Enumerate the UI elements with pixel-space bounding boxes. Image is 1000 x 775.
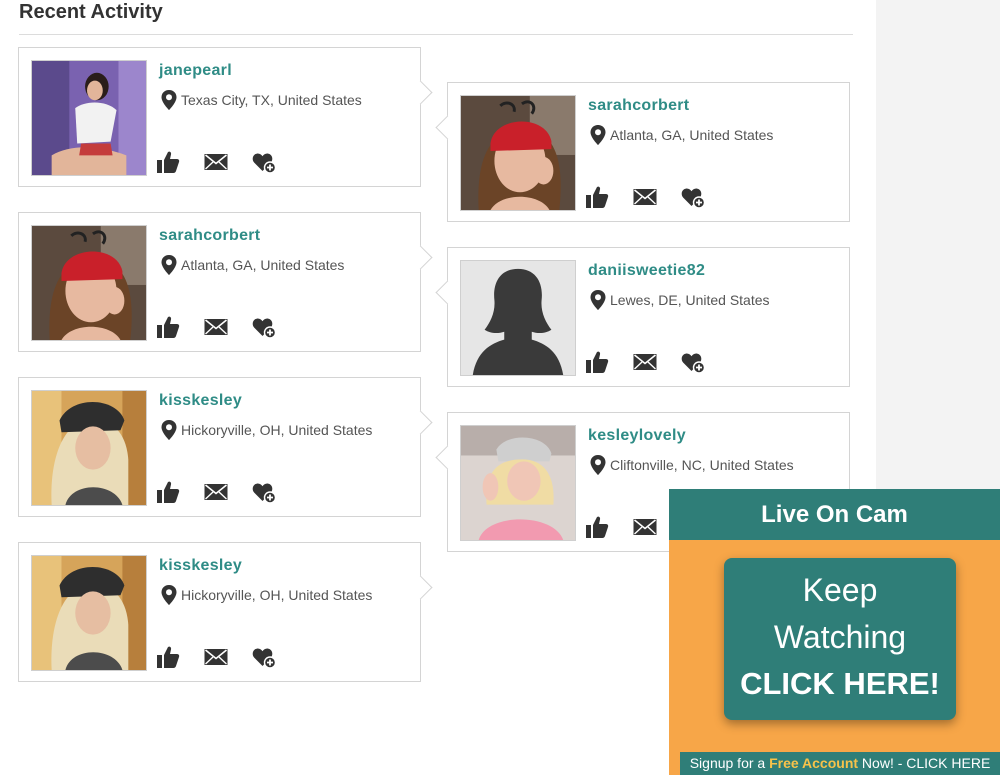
action-bar xyxy=(585,185,729,209)
thumbs-up-icon[interactable] xyxy=(156,480,180,504)
activity-card: sarahcorbert Atlanta, GA, United States xyxy=(447,82,850,222)
envelope-icon[interactable] xyxy=(204,315,228,339)
map-pin-icon xyxy=(161,585,177,605)
envelope-icon[interactable] xyxy=(204,645,228,669)
envelope-icon[interactable] xyxy=(633,515,657,539)
action-bar xyxy=(156,150,300,174)
section-divider xyxy=(19,34,853,35)
profile-photo-janepearl[interactable] xyxy=(31,60,147,176)
location-row: Lewes, DE, United States xyxy=(590,290,770,310)
section-title: Recent Activity xyxy=(19,1,163,23)
activity-card: janepearl Texas City, TX, United States xyxy=(18,47,421,187)
location-text: Atlanta, GA, United States xyxy=(181,257,345,273)
heart-plus-icon[interactable] xyxy=(252,645,276,669)
username-link[interactable]: kisskesley xyxy=(159,557,242,575)
profile-photo-placeholder[interactable] xyxy=(460,260,576,376)
profile-photo-sarahcorbert[interactable] xyxy=(31,225,147,341)
live-cam-widget: Live On Cam Keep Watching CLICK HERE! Si… xyxy=(669,489,1000,775)
action-bar xyxy=(156,315,300,339)
action-bar xyxy=(585,350,729,374)
location-row: Texas City, TX, United States xyxy=(161,90,362,110)
thumbs-up-icon[interactable] xyxy=(585,185,609,209)
location-row: Hickoryville, OH, United States xyxy=(161,585,372,605)
heart-plus-icon[interactable] xyxy=(252,480,276,504)
signup-prefix: Signup for a xyxy=(689,755,770,771)
map-pin-icon xyxy=(590,290,606,310)
map-pin-icon xyxy=(161,90,177,110)
action-bar xyxy=(156,645,300,669)
map-pin-icon xyxy=(161,255,177,275)
envelope-icon[interactable] xyxy=(633,185,657,209)
profile-photo-kisskesley[interactable] xyxy=(31,555,147,671)
thumbs-up-icon[interactable] xyxy=(156,645,180,669)
map-pin-icon xyxy=(590,125,606,145)
signup-suffix: Now! - CLICK HERE xyxy=(858,755,991,771)
location-text: Texas City, TX, United States xyxy=(181,92,362,108)
location-row: Hickoryville, OH, United States xyxy=(161,420,372,440)
username-link[interactable]: sarahcorbert xyxy=(159,227,260,245)
profile-photo-sarahcorbert[interactable] xyxy=(460,95,576,211)
location-text: Lewes, DE, United States xyxy=(610,292,770,308)
username-link[interactable]: kisskesley xyxy=(159,392,242,410)
username-link[interactable]: sarahcorbert xyxy=(588,97,689,115)
keep-watching-line2: Watching xyxy=(773,619,907,655)
location-row: Cliftonville, NC, United States xyxy=(590,455,794,475)
map-pin-icon xyxy=(161,420,177,440)
profile-photo-kisskesley[interactable] xyxy=(31,390,147,506)
heart-plus-icon[interactable] xyxy=(252,315,276,339)
heart-plus-icon[interactable] xyxy=(681,185,705,209)
thumbs-up-icon[interactable] xyxy=(585,515,609,539)
location-row: Atlanta, GA, United States xyxy=(590,125,773,145)
heart-plus-icon[interactable] xyxy=(252,150,276,174)
location-text: Hickoryville, OH, United States xyxy=(181,422,373,438)
live-cam-header: Live On Cam xyxy=(669,489,1000,540)
location-row: Atlanta, GA, United States xyxy=(161,255,344,275)
signup-free-account-link[interactable]: Signup for a Free Account Now! - CLICK H… xyxy=(680,752,1000,775)
action-bar xyxy=(156,480,300,504)
username-link[interactable]: janepearl xyxy=(159,62,232,80)
thumbs-up-icon[interactable] xyxy=(156,150,180,174)
username-link[interactable]: daniisweetie82 xyxy=(588,262,705,280)
activity-card: daniisweetie82 Lewes, DE, United States xyxy=(447,247,850,387)
free-account-highlight: Free Account xyxy=(769,755,859,771)
envelope-icon[interactable] xyxy=(204,480,228,504)
location-text: Cliftonville, NC, United States xyxy=(610,457,794,473)
keep-watching-button[interactable]: Keep Watching CLICK HERE! xyxy=(724,558,956,720)
profile-photo-kesleylovely[interactable] xyxy=(460,425,576,541)
click-here-label: CLICK HERE! xyxy=(740,666,940,701)
keep-watching-line1: Keep xyxy=(802,572,878,608)
username-link[interactable]: kesleylovely xyxy=(588,427,686,445)
location-text: Atlanta, GA, United States xyxy=(610,127,774,143)
activity-card: sarahcorbert Atlanta, GA, United States xyxy=(18,212,421,352)
thumbs-up-icon[interactable] xyxy=(585,350,609,374)
activity-card: kisskesley Hickoryville, OH, United Stat… xyxy=(18,542,421,682)
envelope-icon[interactable] xyxy=(204,150,228,174)
heart-plus-icon[interactable] xyxy=(681,350,705,374)
envelope-icon[interactable] xyxy=(633,350,657,374)
map-pin-icon xyxy=(590,455,606,475)
thumbs-up-icon[interactable] xyxy=(156,315,180,339)
activity-card: kisskesley Hickoryville, OH, United Stat… xyxy=(18,377,421,517)
location-text: Hickoryville, OH, United States xyxy=(181,587,373,603)
